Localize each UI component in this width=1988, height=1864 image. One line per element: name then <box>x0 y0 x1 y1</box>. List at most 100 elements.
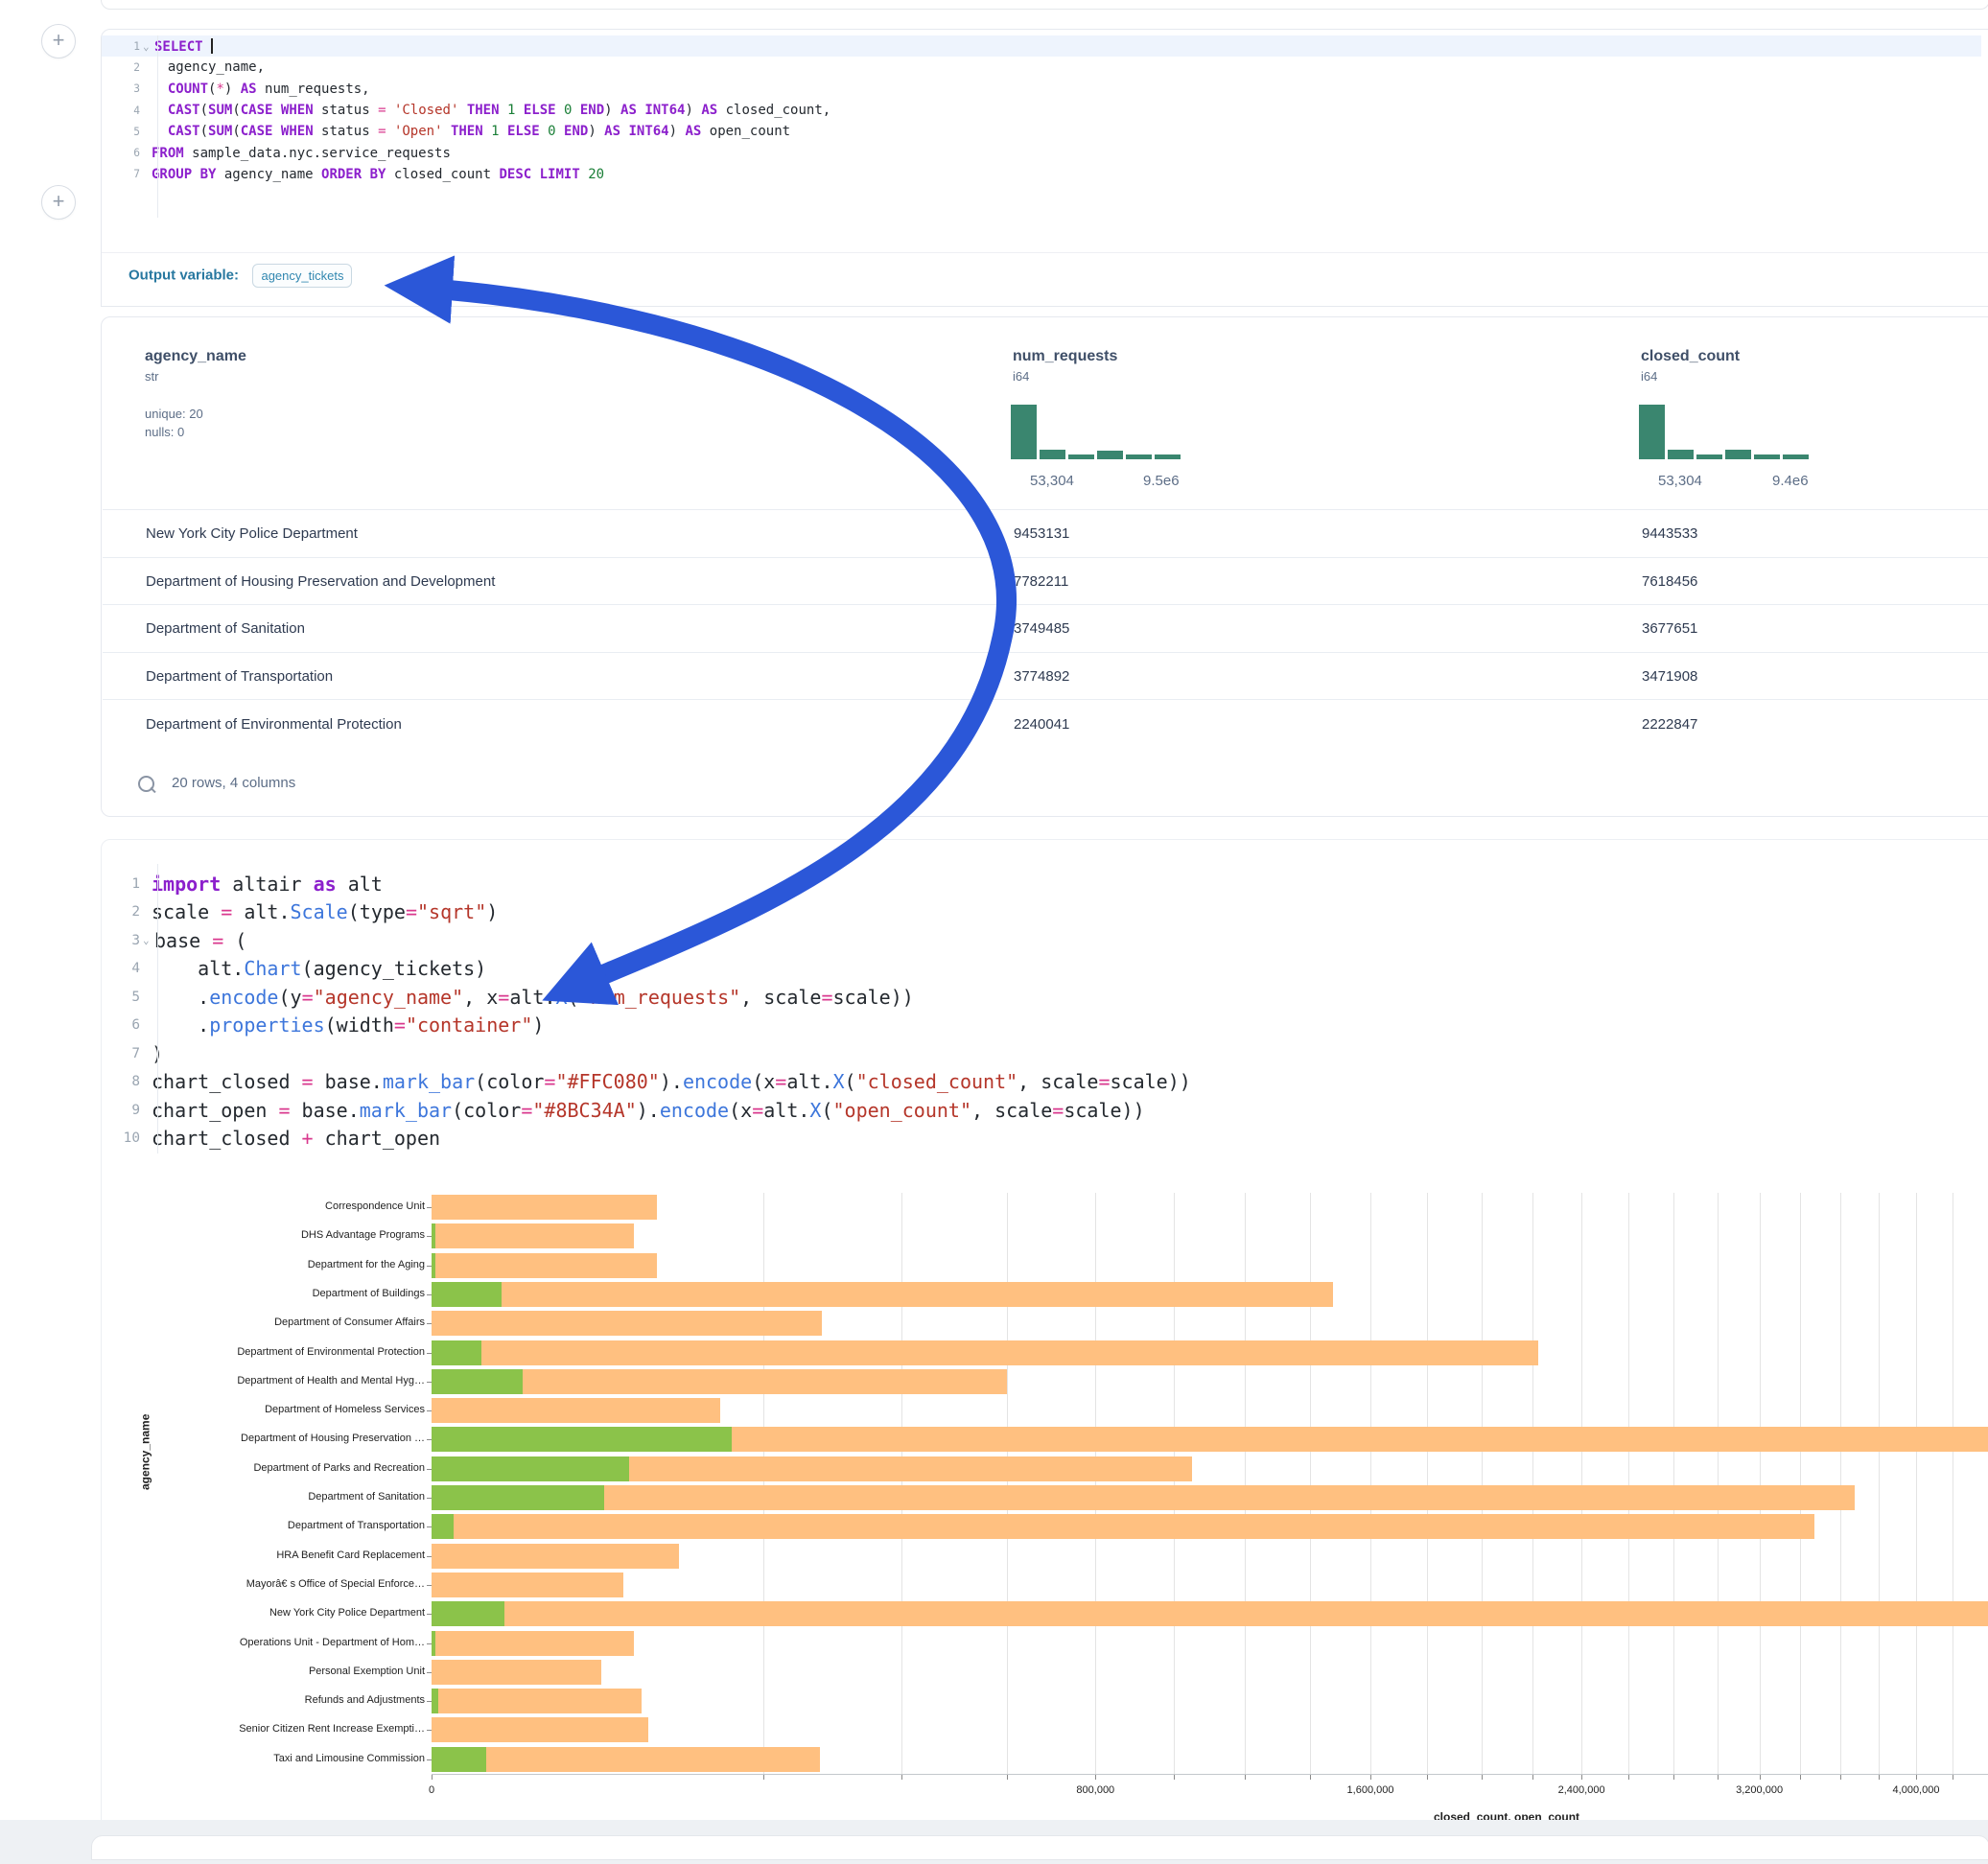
histogram-bar <box>1754 454 1780 459</box>
histogram-bar <box>1068 454 1094 459</box>
bar-closed_count[interactable] <box>432 1311 822 1336</box>
code-line[interactable]: 1⌄SELECT <box>102 35 1981 57</box>
y-axis-label: Department of Health and Mental Hyg… <box>237 1375 425 1386</box>
bar-closed_count[interactable] <box>432 1544 679 1569</box>
output-variable-row: Output variable: agency_tickets <box>129 264 352 288</box>
table-row[interactable]: New York City Police Department945313194… <box>103 509 1988 558</box>
line-number: 9 <box>102 1103 140 1118</box>
code-line[interactable]: 2 agency_name, <box>102 57 1981 78</box>
bar-closed_count[interactable] <box>432 1282 1333 1307</box>
bar-closed_count[interactable] <box>432 1717 648 1742</box>
bar-open_count[interactable] <box>432 1747 486 1772</box>
bar-closed_count[interactable] <box>432 1485 1855 1510</box>
bar-closed_count[interactable] <box>432 1253 657 1278</box>
fold-chevron-icon[interactable]: ⌄ <box>143 934 154 946</box>
bar-open_count[interactable] <box>432 1485 604 1510</box>
code-line[interactable]: 2 scale = alt.Scale(type="sqrt") <box>102 898 1981 927</box>
y-axis-label: Refunds and Adjustments <box>305 1694 425 1706</box>
table-cell: 2222847 <box>1642 716 1697 733</box>
x-axis-tick <box>763 1775 764 1780</box>
column-header-num-requests[interactable]: num_requests i64 <box>1013 348 1117 384</box>
x-axis-tick <box>901 1775 902 1780</box>
bar-open_count[interactable] <box>432 1369 523 1394</box>
bar-closed_count[interactable] <box>432 1660 601 1685</box>
x-axis-tick <box>1916 1775 1917 1780</box>
code-text: scale = alt.Scale(type="sqrt") <box>152 900 498 923</box>
search-icon-handle <box>150 787 155 793</box>
fold-chevron-icon[interactable]: ⌄ <box>143 40 154 53</box>
closed-count-hist-max: 9.4e6 <box>1772 473 1809 489</box>
x-axis-tick <box>1532 1775 1533 1780</box>
table-row[interactable]: Department of Environmental Protection22… <box>103 699 1988 748</box>
bar-open_count[interactable] <box>432 1514 454 1539</box>
table-cell: 3774892 <box>1014 668 1069 685</box>
column-stat-nulls: nulls: 0 <box>145 423 246 441</box>
bar-open_count[interactable] <box>432 1631 435 1656</box>
code-line[interactable]: 3 COUNT(*) AS num_requests, <box>102 79 1981 100</box>
bar-open_count[interactable] <box>432 1456 629 1481</box>
bar-open_count[interactable] <box>432 1427 732 1452</box>
table-cell: 7618456 <box>1642 573 1697 590</box>
line-number: 2 <box>102 61 140 74</box>
code-line[interactable]: 6 .properties(width="container") <box>102 1012 1981 1040</box>
chart-y-axis-labels: Correspondence UnitDHS Advantage Program… <box>153 1193 425 1774</box>
table-row[interactable]: Department of Transportation377489234719… <box>103 652 1988 701</box>
python-code-editor[interactable]: 1import altair as alt 2 scale = alt.Scale(… <box>102 870 1981 1153</box>
code-line[interactable]: 5 .encode(y="agency_name", x=alt.X("num_… <box>102 983 1981 1012</box>
bar-open_count[interactable] <box>432 1282 502 1307</box>
bar-closed_count[interactable] <box>432 1689 642 1713</box>
code-text: COUNT(*) AS num_requests, <box>152 82 370 97</box>
x-axis-tick-label: 1,600,000 <box>1347 1784 1394 1796</box>
closed-count-histogram <box>1639 405 1809 459</box>
bar-open_count[interactable] <box>432 1253 435 1278</box>
code-text: .encode(y="agency_name", x=alt.X("num_re… <box>152 986 914 1009</box>
add-cell-button-top[interactable]: + <box>41 24 76 58</box>
x-axis-tick <box>1800 1775 1801 1780</box>
bar-closed_count[interactable] <box>432 1514 1814 1539</box>
code-line[interactable]: 4 alt.Chart(agency_tickets) <box>102 955 1981 984</box>
y-axis-label: Department of Consumer Affairs <box>274 1316 425 1328</box>
bar-closed_count[interactable] <box>432 1601 1988 1626</box>
bar-closed_count[interactable] <box>432 1195 657 1220</box>
code-line[interactable]: 3⌄base = ( <box>102 926 1981 955</box>
column-header-agency-name[interactable]: agency_name str unique: 20 nulls: 0 <box>145 348 246 441</box>
code-line[interactable]: 4 CAST(SUM(CASE WHEN status = 'Closed' T… <box>102 100 1981 121</box>
bar-open_count[interactable] <box>432 1340 481 1365</box>
bar-open_count[interactable] <box>432 1601 504 1626</box>
code-line[interactable]: 5 CAST(SUM(CASE WHEN status = 'Open' THE… <box>102 121 1981 142</box>
chart-plot-area[interactable] <box>432 1193 1988 1774</box>
code-line[interactable]: 6FROM sample_data.nyc.service_requests <box>102 142 1981 163</box>
line-number: 2 <box>102 904 140 920</box>
bar-open_count[interactable] <box>432 1223 435 1248</box>
histogram-bar <box>1126 454 1152 459</box>
bar-closed_count[interactable] <box>432 1631 634 1656</box>
code-line[interactable]: 7GROUP BY agency_name ORDER BY closed_co… <box>102 164 1981 185</box>
y-axis-label: DHS Advantage Programs <box>301 1229 425 1241</box>
output-variable-chip[interactable]: agency_tickets <box>252 264 352 288</box>
x-axis-tick <box>1427 1775 1428 1780</box>
histogram-bar <box>1097 451 1123 459</box>
line-number: 7 <box>102 1046 140 1061</box>
add-cell-button-mid[interactable]: + <box>41 185 76 220</box>
gridline <box>1879 1193 1880 1774</box>
gridline <box>1800 1193 1801 1774</box>
y-axis-label: Department for the Aging <box>308 1259 425 1270</box>
table-row[interactable]: Department of Housing Preservation and D… <box>103 557 1988 606</box>
code-line[interactable]: 9chart_open = base.mark_bar(color="#8BC3… <box>102 1096 1981 1125</box>
column-stat-unique: unique: 20 <box>145 405 246 423</box>
code-line[interactable]: 7) <box>102 1039 1981 1068</box>
python-gutter-divider <box>157 864 158 1153</box>
bar-closed_count[interactable] <box>432 1223 634 1248</box>
table-row[interactable]: Department of Sanitation37494853677651 <box>103 604 1988 653</box>
code-line[interactable]: 10chart_closed + chart_open <box>102 1125 1981 1153</box>
code-line[interactable]: 1import altair as alt <box>102 870 1981 898</box>
bar-closed_count[interactable] <box>432 1398 720 1423</box>
y-axis-label: HRA Benefit Card Replacement <box>276 1549 425 1561</box>
code-line[interactable]: 8chart_closed = base.mark_bar(color="#FF… <box>102 1068 1981 1097</box>
bar-closed_count[interactable] <box>432 1573 623 1597</box>
sql-code-editor[interactable]: 1⌄SELECT 2 agency_name,3 COUNT(*) AS num… <box>102 35 1981 185</box>
column-header-closed-count[interactable]: closed_count i64 <box>1641 348 1740 384</box>
bar-open_count[interactable] <box>432 1689 438 1713</box>
bar-closed_count[interactable] <box>432 1340 1538 1365</box>
bar-closed_count[interactable] <box>432 1747 820 1772</box>
